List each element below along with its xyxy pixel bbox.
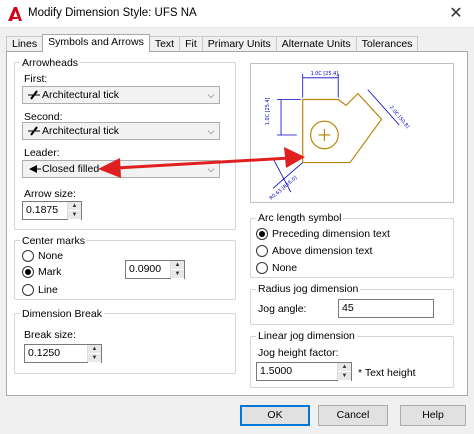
linear-jog-group-label: Linear jog dimension	[256, 330, 357, 342]
ok-button[interactable]: OK	[240, 405, 310, 426]
tab-alternate-units[interactable]: Alternate Units	[275, 36, 357, 52]
tab-lines[interactable]: Lines	[6, 36, 44, 52]
dimension-preview: 1.0C [25.4] 1.0C [25.4] 2.0C [50.8] R0.6…	[250, 63, 454, 203]
break-size-input[interactable]: 0.1250 ▲ ▼	[24, 344, 102, 363]
help-button[interactable]: Help	[400, 405, 466, 426]
first-label: First:	[24, 73, 48, 85]
leader-arrowhead-value: Closed filled	[42, 163, 100, 175]
preview-shape	[302, 92, 383, 164]
arc-none-radio[interactable]: None	[256, 262, 297, 274]
chevron-down-icon[interactable]: ⌵	[203, 87, 219, 103]
jog-angle-input[interactable]: 45	[338, 299, 434, 318]
arrowheads-group-label: Arrowheads	[20, 57, 81, 69]
center-mark-size-value: 0.0900	[129, 263, 162, 275]
spin-down-icon[interactable]: ▼	[171, 270, 184, 279]
tab-tolerances[interactable]: Tolerances	[355, 36, 419, 52]
tab-fit[interactable]: Fit	[179, 36, 203, 52]
tab-primary-units[interactable]: Primary Units	[201, 36, 277, 52]
arrow-size-value: 0.1875	[26, 204, 59, 216]
window-title: Modify Dimension Style: UFS NA	[28, 7, 197, 19]
leader-arrowhead-select[interactable]: Closed filled ⌵	[22, 160, 220, 178]
spin-up-icon[interactable]: ▲	[171, 261, 184, 270]
architectural-tick-icon	[28, 90, 40, 100]
spin-down-icon[interactable]: ▼	[68, 211, 81, 220]
second-arrowhead-value: Architectural tick	[42, 125, 120, 137]
radius-jog-group-label: Radius jog dimension	[256, 283, 361, 295]
spin-up-icon[interactable]: ▲	[338, 363, 351, 372]
spin-up-icon[interactable]: ▲	[68, 202, 81, 211]
arc-above-text-radio[interactable]: Above dimension text	[256, 245, 372, 257]
architectural-tick-icon	[28, 126, 40, 136]
text-height-suffix: * Text height	[358, 367, 416, 379]
svg-text:1.0C [25.4]: 1.0C [25.4]	[265, 97, 271, 125]
break-size-label: Break size:	[24, 329, 76, 341]
arc-preceding-text-radio[interactable]: Preceding dimension text	[256, 228, 390, 240]
spin-down-icon[interactable]: ▼	[88, 354, 101, 363]
close-icon[interactable]: ✕	[446, 4, 466, 24]
second-arrowhead-select[interactable]: Architectural tick ⌵	[22, 122, 220, 140]
dimension-break-group-label: Dimension Break	[20, 308, 104, 320]
leader-label: Leader:	[24, 147, 60, 159]
jog-height-input[interactable]: 1.5000 ▲ ▼	[256, 362, 352, 381]
chevron-down-icon[interactable]: ⌵	[203, 123, 219, 139]
center-mark-none-radio[interactable]: None	[22, 250, 63, 262]
arrow-size-input[interactable]: 0.1875 ▲ ▼	[22, 201, 82, 220]
center-mark-line-radio[interactable]: Line	[22, 284, 58, 296]
arc-length-symbol-group-label: Arc length symbol	[256, 212, 344, 224]
jog-height-value: 1.5000	[260, 365, 293, 377]
closed-filled-arrow-icon	[29, 165, 41, 173]
tab-symbols-and-arrows[interactable]: Symbols and Arrows	[42, 34, 150, 52]
center-mark-size-input[interactable]: 0.0900 ▲ ▼	[125, 260, 185, 279]
chevron-down-icon[interactable]: ⌵	[203, 161, 219, 177]
spin-up-icon[interactable]: ▲	[88, 345, 101, 354]
break-size-value: 0.1250	[28, 347, 61, 359]
tab-text[interactable]: Text	[148, 36, 181, 52]
spin-down-icon[interactable]: ▼	[338, 372, 351, 381]
jog-angle-label: Jog angle:	[258, 303, 307, 315]
arrow-size-label: Arrow size:	[24, 188, 76, 200]
jog-height-label: Jog height factor:	[258, 347, 339, 359]
first-arrowhead-value: Architectural tick	[42, 89, 120, 101]
tab-strip: Lines Symbols and Arrows Text Fit Primar…	[6, 34, 419, 52]
center-mark-mark-radio[interactable]: Mark	[22, 266, 61, 278]
autocad-logo-icon	[6, 5, 24, 23]
cancel-button[interactable]: Cancel	[318, 405, 388, 426]
svg-text:1.0C [25.4]: 1.0C [25.4]	[311, 71, 339, 77]
center-marks-group-label: Center marks	[20, 235, 88, 247]
first-arrowhead-select[interactable]: Architectural tick ⌵	[22, 86, 220, 104]
preview-dimensions	[272, 73, 400, 193]
svg-text:2.0C [50.8]: 2.0C [50.8]	[388, 105, 410, 130]
